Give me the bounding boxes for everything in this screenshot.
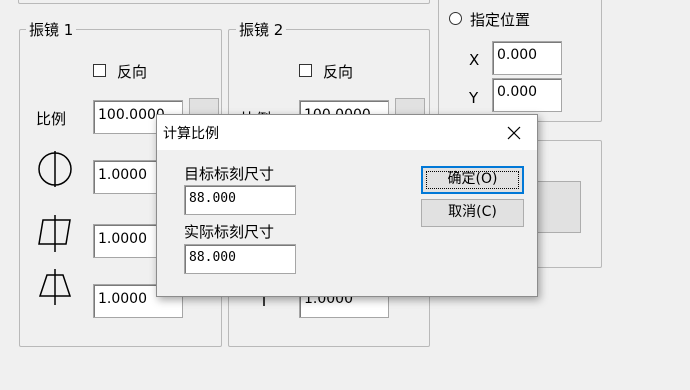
galvo2-title: 振镜 2 — [236, 19, 287, 40]
actual-size-input[interactable]: 88.000 — [184, 244, 296, 274]
galvo2-reverse-checkbox[interactable]: 反向 — [299, 61, 379, 81]
radio-circle[interactable] — [449, 12, 462, 25]
cancel-button[interactable]: 取消(C) — [421, 199, 524, 227]
actual-size-label: 实际标刻尺寸 — [184, 223, 275, 241]
target-size-label: 目标标刻尺寸 — [184, 165, 275, 183]
checkbox-box[interactable] — [299, 64, 312, 77]
ok-button[interactable]: 确定(O) — [421, 166, 524, 194]
focus-rect — [426, 171, 519, 189]
trapezoid-icon — [38, 269, 72, 305]
x-label: X — [469, 51, 480, 69]
top-left-panel-edge — [18, 0, 430, 4]
dialog-title-bar: 计算比例 — [157, 115, 537, 150]
y-label: Y — [469, 89, 479, 107]
dialog-title: 计算比例 — [163, 126, 219, 142]
y-input[interactable]: 0.000 — [492, 78, 562, 112]
reverse-label: 反向 — [117, 63, 148, 81]
reverse-label: 反向 — [323, 63, 354, 81]
specify-position-label: 指定位置 — [470, 11, 531, 29]
circle-with-vertical-line-icon — [38, 151, 72, 187]
galvo1-title: 振镜 1 — [26, 19, 77, 40]
target-size-input[interactable]: 88.000 — [184, 185, 296, 215]
x-input[interactable]: 0.000 — [492, 41, 562, 75]
close-icon[interactable] — [506, 125, 522, 141]
galvo1-reverse-checkbox[interactable]: 反向 — [93, 61, 173, 81]
cancel-button-label: 取消(C) — [448, 204, 497, 220]
checkbox-box[interactable] — [93, 64, 106, 77]
specify-position-radio[interactable]: 指定位置 — [449, 9, 569, 29]
skewed-box-icon — [38, 215, 71, 252]
galvo1-ratio-label: 比例 — [36, 110, 67, 128]
calculate-ratio-dialog: 计算比例 目标标刻尺寸 88.000 实际标刻尺寸 88.000 确定(O) 取… — [156, 114, 538, 297]
